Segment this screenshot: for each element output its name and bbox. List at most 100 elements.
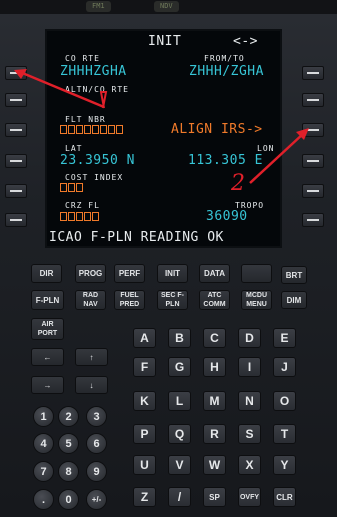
lsk-1r[interactable] bbox=[302, 66, 324, 80]
arrow-down-icon: ↓ bbox=[89, 380, 94, 390]
key-x[interactable]: X bbox=[238, 455, 261, 475]
fm1-annunciator: FM1 bbox=[86, 1, 111, 12]
key-4[interactable]: 4 bbox=[33, 433, 54, 454]
lat-value: 23.3950 N bbox=[60, 153, 135, 168]
tropo-value: 36090 bbox=[206, 209, 248, 224]
annunciator-strip: FM1 NDV bbox=[0, 0, 337, 14]
key-slash[interactable]: / bbox=[168, 487, 191, 507]
mcdu-menu-key[interactable]: MCDU MENU bbox=[241, 290, 272, 310]
lsk-1l[interactable] bbox=[5, 66, 27, 80]
key-l[interactable]: L bbox=[168, 391, 191, 411]
atc-comm-key[interactable]: ATC COMM bbox=[199, 290, 230, 310]
key-2[interactable]: 2 bbox=[58, 406, 79, 427]
key-k[interactable]: K bbox=[133, 391, 156, 411]
co-rte-value: ZHHHZGHA bbox=[60, 64, 127, 79]
arrow-left-icon: ← bbox=[43, 352, 52, 362]
crz-fl-boxes bbox=[60, 212, 99, 221]
slew-up-key[interactable]: ↑ bbox=[75, 348, 108, 366]
key-m[interactable]: M bbox=[203, 391, 226, 411]
prog-key[interactable]: PROG bbox=[75, 264, 106, 283]
key-dot[interactable]: . bbox=[33, 489, 54, 510]
key-w[interactable]: W bbox=[203, 455, 226, 475]
lsk-3l[interactable] bbox=[5, 123, 27, 137]
key-8[interactable]: 8 bbox=[58, 461, 79, 482]
mcdu-display: INIT <-> CO RTE FROM/TO ZHHHZGHA ZHHH/ZG… bbox=[45, 29, 282, 248]
slew-left-key[interactable]: ← bbox=[31, 348, 64, 366]
lsk-4r[interactable] bbox=[302, 154, 324, 168]
page-arrows: <-> bbox=[233, 34, 258, 49]
lsk-6r[interactable] bbox=[302, 213, 324, 227]
key-7[interactable]: 7 bbox=[33, 461, 54, 482]
lon-label: LON bbox=[257, 144, 275, 153]
key-ovfy[interactable]: OVFY bbox=[238, 487, 261, 507]
key-space[interactable]: SP bbox=[203, 487, 226, 507]
key-clr[interactable]: CLR bbox=[273, 487, 296, 507]
key-v[interactable]: V bbox=[168, 455, 191, 475]
airport-key[interactable]: AIR PORT bbox=[31, 318, 64, 340]
perf-key[interactable]: PERF bbox=[114, 264, 145, 283]
align-irs-prompt: ALIGN IRS-> bbox=[171, 122, 263, 137]
lsk-5r[interactable] bbox=[302, 184, 324, 198]
lsk-2r[interactable] bbox=[302, 93, 324, 107]
key-h[interactable]: H bbox=[203, 357, 226, 377]
ndv-annunciator: NDV bbox=[154, 1, 179, 12]
key-3[interactable]: 3 bbox=[86, 406, 107, 427]
from-to-value: ZHHH/ZGHA bbox=[189, 64, 264, 79]
lsk-3r[interactable] bbox=[302, 123, 324, 137]
key-j[interactable]: J bbox=[273, 357, 296, 377]
key-g[interactable]: G bbox=[168, 357, 191, 377]
key-q[interactable]: Q bbox=[168, 424, 191, 444]
arrow-up-icon: ↑ bbox=[89, 352, 94, 362]
f-pln-key[interactable]: F-PLN bbox=[31, 290, 64, 310]
crz-fl-label: CRZ FL bbox=[65, 201, 100, 210]
lsk-6l[interactable] bbox=[5, 213, 27, 227]
key-u[interactable]: U bbox=[133, 455, 156, 475]
fuel-pred-key[interactable]: FUEL PRED bbox=[114, 290, 145, 310]
lsk-5l[interactable] bbox=[5, 184, 27, 198]
key-n[interactable]: N bbox=[238, 391, 261, 411]
rad-nav-key[interactable]: RAD NAV bbox=[75, 290, 106, 310]
key-9[interactable]: 9 bbox=[86, 461, 107, 482]
key-1[interactable]: 1 bbox=[33, 406, 54, 427]
scratchpad: ICAO F-PLN READING OK bbox=[49, 230, 224, 245]
page-title: INIT bbox=[148, 34, 182, 49]
key-r[interactable]: R bbox=[203, 424, 226, 444]
sec-f-pln-key[interactable]: SEC F-PLN bbox=[157, 290, 188, 310]
slew-right-key[interactable]: → bbox=[31, 376, 64, 394]
cost-index-label: COST INDEX bbox=[65, 173, 124, 182]
key-5[interactable]: 5 bbox=[58, 433, 79, 454]
key-e[interactable]: E bbox=[273, 328, 296, 348]
cost-index-boxes bbox=[60, 183, 83, 192]
key-d[interactable]: D bbox=[238, 328, 261, 348]
key-0[interactable]: 0 bbox=[58, 489, 79, 510]
key-o[interactable]: O bbox=[273, 391, 296, 411]
lon-value: 113.305 E bbox=[188, 153, 263, 168]
dir-key[interactable]: DIR bbox=[31, 264, 62, 283]
init-key[interactable]: INIT bbox=[157, 264, 188, 283]
altn-co-rte-label: ALTN/CO RTE bbox=[65, 85, 129, 94]
key-b[interactable]: B bbox=[168, 328, 191, 348]
key-s[interactable]: S bbox=[238, 424, 261, 444]
lsk-4l[interactable] bbox=[5, 154, 27, 168]
key-t[interactable]: T bbox=[273, 424, 296, 444]
slew-down-key[interactable]: ↓ bbox=[75, 376, 108, 394]
key-p[interactable]: P bbox=[133, 424, 156, 444]
data-key[interactable]: DATA bbox=[199, 264, 230, 283]
co-rte-label: CO RTE bbox=[65, 54, 100, 63]
key-y[interactable]: Y bbox=[273, 455, 296, 475]
flt-nbr-boxes bbox=[60, 125, 123, 134]
key-a[interactable]: A bbox=[133, 328, 156, 348]
key-i[interactable]: I bbox=[238, 357, 261, 377]
key-c[interactable]: C bbox=[203, 328, 226, 348]
from-to-label: FROM/TO bbox=[204, 54, 245, 63]
flt-nbr-label: FLT NBR bbox=[65, 115, 106, 124]
key-f[interactable]: F bbox=[133, 357, 156, 377]
brt-key[interactable]: BRT bbox=[281, 266, 307, 284]
key-plus-minus[interactable]: +/- bbox=[86, 489, 107, 510]
dim-key[interactable]: DIM bbox=[281, 291, 307, 309]
key-6[interactable]: 6 bbox=[86, 433, 107, 454]
blank-key[interactable] bbox=[241, 264, 272, 283]
lsk-2l[interactable] bbox=[5, 93, 27, 107]
arrow-right-icon: → bbox=[43, 380, 52, 390]
key-z[interactable]: Z bbox=[133, 487, 156, 507]
